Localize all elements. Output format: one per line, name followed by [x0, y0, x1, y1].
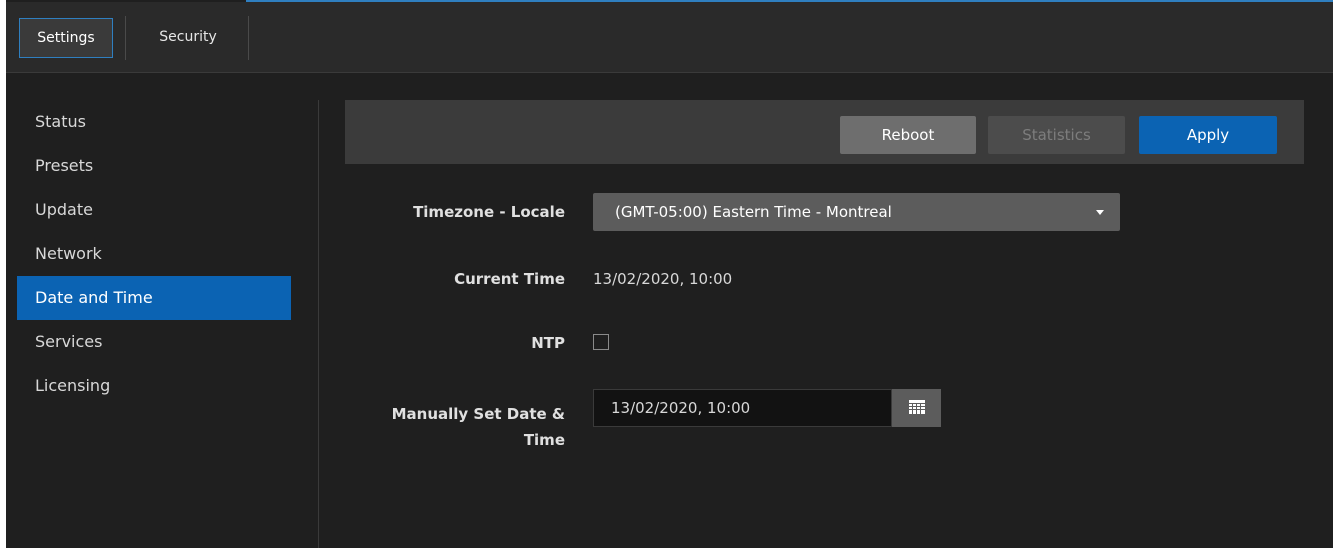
app-window: Settings Security Status Presets Update …	[6, 0, 1333, 548]
sidebar-item-presets[interactable]: Presets	[17, 144, 291, 188]
statistics-button[interactable]: Statistics	[988, 116, 1125, 154]
sidebar-item-network[interactable]: Network	[17, 232, 291, 276]
sidebar-nav: Status Presets Update Network Date and T…	[17, 100, 291, 408]
sidebar-item-update[interactable]: Update	[17, 188, 291, 232]
timezone-select[interactable]: (GMT-05:00) Eastern Time - Montreal	[593, 193, 1120, 231]
tab-security[interactable]: Security	[140, 18, 236, 58]
sidebar-divider	[318, 100, 319, 548]
sidebar-item-services[interactable]: Services	[17, 320, 291, 364]
tab-divider	[248, 16, 249, 60]
tab-divider	[125, 16, 126, 60]
apply-button[interactable]: Apply	[1139, 116, 1277, 154]
ntp-label: NTP	[531, 334, 565, 352]
ntp-checkbox[interactable]	[593, 334, 609, 350]
sidebar-item-date-and-time[interactable]: Date and Time	[17, 276, 291, 320]
action-toolbar: Reboot Statistics Apply	[345, 100, 1304, 164]
sidebar-item-licensing[interactable]: Licensing	[17, 364, 291, 408]
timezone-label: Timezone - Locale	[413, 203, 565, 221]
current-time-value: 13/02/2020, 10:00	[593, 270, 733, 288]
tab-settings[interactable]: Settings	[19, 18, 113, 58]
manual-label-line1: Manually Set Date &	[391, 405, 565, 423]
sidebar-item-status[interactable]: Status	[17, 100, 291, 144]
reboot-button[interactable]: Reboot	[840, 116, 976, 154]
calendar-button[interactable]	[892, 389, 941, 427]
current-time-label: Current Time	[454, 270, 565, 288]
manual-date-time-input[interactable]: 13/02/2020, 10:00	[593, 389, 892, 427]
chevron-down-icon	[1096, 210, 1104, 215]
manual-date-time-label: Manually Set Date & Time	[392, 401, 565, 453]
calendar-icon	[909, 400, 925, 414]
manual-label-line2: Time	[523, 431, 565, 449]
timezone-select-value: (GMT-05:00) Eastern Time - Montreal	[615, 203, 892, 221]
top-tab-bar: Settings Security	[6, 2, 1333, 73]
